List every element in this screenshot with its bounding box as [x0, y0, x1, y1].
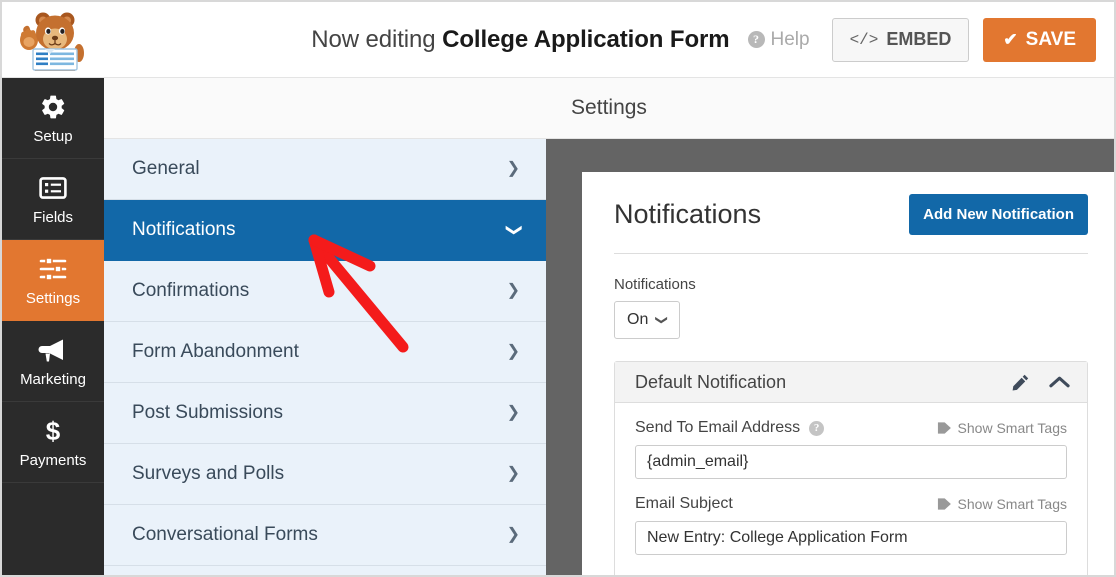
settings-menu-list: General ❯ Notifications ❯ Confirmations …	[104, 139, 546, 575]
wpforms-form-builder: Now editing College Application Form ? H…	[0, 0, 1116, 577]
chevron-right-icon: ❯	[506, 404, 520, 421]
menu-item-label: General	[132, 158, 200, 179]
menu-item-label: Notifications	[132, 219, 236, 240]
email-subject-row-label: Email Subject Show Smart Tags	[635, 495, 1067, 513]
chevron-right-icon: ❯	[506, 465, 520, 482]
chevron-right-icon: ❯	[506, 526, 520, 543]
settings-menu-item-surveys-and-polls[interactable]: Surveys and Polls ❯	[104, 444, 546, 505]
settings-menu-item-post-submissions[interactable]: Post Submissions ❯	[104, 383, 546, 444]
sullie-mascot-icon	[20, 12, 84, 71]
help-label: Help	[770, 28, 810, 50]
menu-item-label: Surveys and Polls	[132, 463, 285, 484]
sidebar-item-marketing[interactable]: Marketing	[2, 321, 104, 402]
page-title: Settings	[571, 96, 647, 119]
smart-tags-label: Show Smart Tags	[957, 496, 1067, 512]
sidebar-item-label: Fields	[32, 208, 73, 226]
panel-title: Notifications	[614, 199, 762, 229]
list-box-icon	[38, 173, 68, 203]
show-smart-tags-link[interactable]: Show Smart Tags	[937, 496, 1067, 512]
menu-item-label: Confirmations	[132, 280, 250, 301]
pencil-icon[interactable]	[1011, 373, 1030, 392]
editing-title: Now editing College Application Form	[311, 26, 729, 54]
menu-item-label: Post Submissions	[132, 402, 284, 423]
show-smart-tags-link[interactable]: Show Smart Tags	[937, 420, 1067, 436]
editing-prefix: Now editing	[311, 25, 443, 53]
chevron-right-icon: ❯	[506, 343, 520, 360]
gear-icon	[38, 92, 68, 122]
embed-label: EMBED	[886, 29, 952, 49]
notification-card-body: Send To Email Address ? Show Smart Tags	[615, 403, 1087, 575]
code-brackets-icon: </>	[849, 30, 879, 49]
settings-menu-item-form-abandonment[interactable]: Form Abandonment ❯	[104, 322, 546, 383]
help-link[interactable]: ? Help	[747, 28, 810, 51]
question-circle-icon[interactable]: ?	[809, 420, 825, 436]
header-actions: Now editing College Application Form ? H…	[104, 17, 1114, 62]
question-circle-icon: ?	[747, 31, 765, 48]
sidebar-item-settings[interactable]: Settings	[2, 240, 104, 321]
notifications-panel: Notifications Add New Notification Notif…	[582, 172, 1114, 575]
menu-item-label: Conversational Forms	[132, 524, 318, 545]
app-header: Now editing College Application Form ? H…	[2, 2, 1114, 78]
notifications-toggle-value: On	[627, 311, 649, 328]
send-to-email-input[interactable]	[635, 445, 1067, 479]
notification-card: Default Notification Send To Email Addre…	[614, 361, 1088, 575]
chevron-up-icon[interactable]	[1049, 375, 1070, 389]
email-subject-input[interactable]	[635, 521, 1067, 555]
embed-button[interactable]: </> EMBED	[831, 17, 970, 62]
settings-menu-item-notifications[interactable]: Notifications ❯	[104, 200, 546, 261]
chevron-right-icon: ❯	[506, 160, 520, 177]
save-button[interactable]: ✔ SAVE	[983, 17, 1096, 62]
sliders-icon	[38, 254, 68, 284]
sidebar-item-label: Payments	[19, 451, 87, 469]
sidebar-item-fields[interactable]: Fields	[2, 159, 104, 240]
settings-menu-item-conversational-forms[interactable]: Conversational Forms ❯	[104, 505, 546, 566]
tag-icon	[937, 422, 951, 434]
notification-card-header[interactable]: Default Notification	[615, 362, 1087, 403]
menu-item-label: Form Abandonment	[132, 341, 299, 362]
chevron-right-icon: ❯	[506, 282, 520, 299]
chevron-down-icon: ❯	[505, 223, 523, 237]
sidebar-item-label: Marketing	[20, 370, 86, 388]
smart-tags-label: Show Smart Tags	[957, 420, 1067, 436]
send-to-email-row-label: Send To Email Address ? Show Smart Tags	[635, 419, 1067, 437]
wpforms-logo[interactable]	[2, 2, 104, 78]
save-label: SAVE	[1025, 28, 1076, 50]
chevron-down-icon: ❯	[655, 314, 670, 326]
field-label: Email Subject	[635, 495, 733, 512]
settings-menu-item-general[interactable]: General ❯	[104, 139, 546, 200]
sidebar-item-payments[interactable]: $ Payments	[2, 402, 104, 483]
settings-menu-item-partial[interactable]	[104, 566, 546, 575]
form-name: College Application Form	[442, 25, 730, 53]
notifications-toggle-label: Notifications	[614, 276, 696, 293]
sidebar-item-label: Setup	[33, 127, 73, 145]
sidebar-item-setup[interactable]: Setup	[2, 78, 104, 159]
field-label: Send To Email Address	[635, 419, 801, 436]
notifications-toggle-select[interactable]: On ❯	[614, 301, 681, 339]
megaphone-icon	[38, 335, 68, 365]
settings-header-bar: Settings	[104, 78, 1114, 139]
notification-card-title: Default Notification	[635, 371, 787, 392]
svg-text:$: $	[46, 417, 61, 445]
settings-menu-item-confirmations[interactable]: Confirmations ❯	[104, 261, 546, 322]
panel-header: Notifications Add New Notification	[614, 194, 1088, 254]
tag-icon	[937, 498, 951, 510]
dollar-sign-icon: $	[38, 416, 68, 446]
add-new-notification-button[interactable]: Add New Notification	[909, 194, 1088, 235]
check-icon: ✔	[1003, 29, 1018, 49]
builder-sidebar: Setup Fields Settings Marketing $ Paymen…	[2, 78, 104, 575]
sidebar-item-label: Settings	[25, 289, 81, 307]
